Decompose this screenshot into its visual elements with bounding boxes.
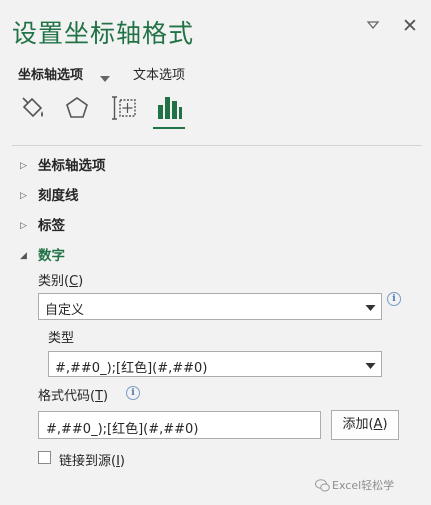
- category-label: 类别(C): [38, 274, 84, 289]
- type-dropdown[interactable]: #,##0_);[红色](#,##0): [48, 351, 382, 377]
- divider: [12, 145, 422, 146]
- section-labels[interactable]: ▷ 标签: [20, 214, 65, 234]
- section-number[interactable]: ◢ 数字: [20, 244, 65, 264]
- pentagon-icon[interactable]: [62, 93, 92, 123]
- type-label: 类型: [48, 331, 75, 346]
- chevron-down-icon: [365, 359, 376, 374]
- chevron-right-icon: ▷: [20, 191, 27, 201]
- pane-title: 设置坐标轴格式: [12, 19, 195, 48]
- section-tick-marks[interactable]: ▷ 刻度线: [20, 184, 79, 204]
- dropdown-arrow-icon[interactable]: [366, 18, 380, 36]
- info-icon[interactable]: i: [387, 292, 401, 306]
- active-tab-indicator: [153, 127, 185, 129]
- close-icon[interactable]: ✕: [402, 15, 418, 37]
- bar-chart-icon[interactable]: [154, 93, 184, 123]
- tab-text-options[interactable]: 文本选项: [133, 64, 185, 83]
- format-axis-pane: 设置坐标轴格式 ✕ 坐标轴选项 文本选项 ▷ 坐标轴选项 ▷ 刻度线 ▷ 标签 …: [0, 0, 431, 505]
- tab-axis-options[interactable]: 坐标轴选项: [18, 64, 83, 83]
- watermark: Excel轻松学: [332, 479, 395, 492]
- link-to-source-label[interactable]: 链接到源(I): [59, 450, 125, 469]
- info-icon[interactable]: i: [126, 386, 140, 400]
- format-code-label: 格式代码(T): [38, 389, 109, 404]
- wechat-icon: [315, 477, 330, 496]
- add-button[interactable]: 添加(A): [331, 410, 399, 440]
- chevron-right-icon: ▷: [20, 221, 27, 231]
- link-to-source-checkbox[interactable]: [38, 451, 51, 464]
- format-code-input[interactable]: #,##0_);[红色](#,##0): [38, 411, 321, 439]
- category-dropdown[interactable]: 自定义: [38, 293, 382, 320]
- chevron-down-icon[interactable]: [99, 68, 111, 87]
- chevron-down-icon: ◢: [20, 251, 27, 261]
- chevron-down-icon: [365, 301, 376, 316]
- fill-bucket-icon[interactable]: [18, 93, 48, 123]
- chevron-right-icon: ▷: [20, 161, 27, 171]
- size-properties-icon[interactable]: [109, 93, 139, 123]
- section-axis-options[interactable]: ▷ 坐标轴选项: [20, 154, 106, 174]
